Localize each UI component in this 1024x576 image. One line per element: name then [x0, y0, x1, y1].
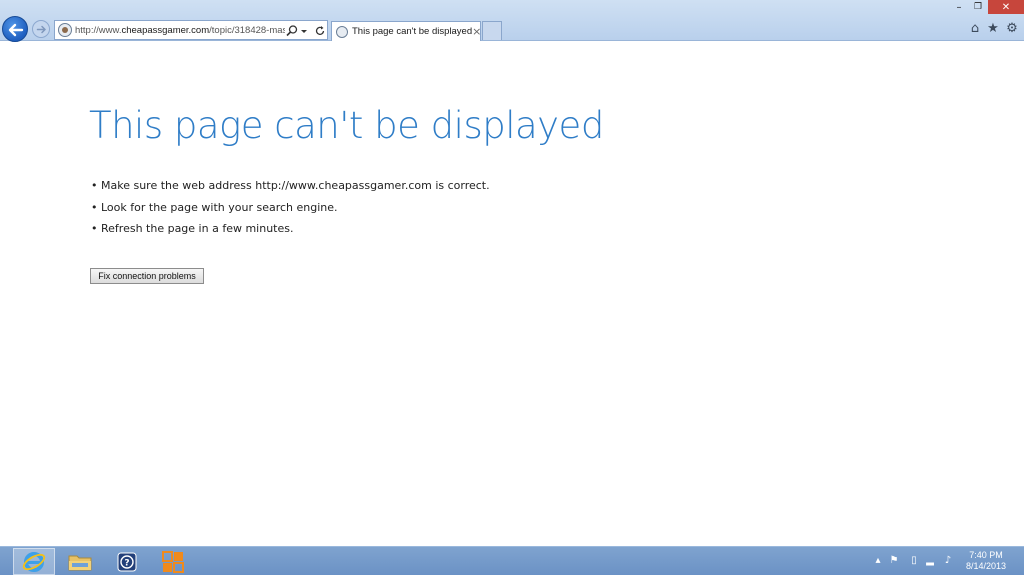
- troubleshooting-tips-list: • Make sure the web address http://www.ch…: [91, 177, 490, 242]
- home-icon[interactable]: ⌂: [968, 22, 982, 36]
- tab-current[interactable]: This page can't be displayed ×: [331, 21, 481, 41]
- tab-favicon-icon: [336, 25, 348, 38]
- refresh-icon[interactable]: [313, 23, 327, 37]
- folder-icon: [68, 555, 92, 570]
- bullet: •: [91, 222, 98, 236]
- address-bar[interactable]: http://www.cheapassgamer.com/topic/31842…: [54, 20, 328, 40]
- list-item: • Make sure the web address http://www.ch…: [91, 177, 490, 199]
- url-domain: cheapassgamer.com: [121, 24, 210, 36]
- restore-button[interactable]: ❐: [970, 0, 986, 14]
- forward-arrow-icon: [36, 25, 47, 34]
- list-item: • Refresh the page in a few minutes.: [91, 220, 490, 242]
- forward-button[interactable]: [32, 20, 50, 38]
- minimize-button[interactable]: –: [952, 0, 966, 14]
- network-signal-icon[interactable]: ▂: [924, 555, 936, 567]
- url-field[interactable]: http://www.cheapassgamer.com/topic/31842…: [75, 25, 285, 36]
- taskbar: ? ▴ ⚑ ▯ ▂ ♪ 7:40 PM 8/14/2013: [0, 546, 1024, 575]
- back-button[interactable]: [2, 16, 28, 42]
- dropdown-arrow-icon[interactable]: [299, 23, 313, 37]
- back-arrow-icon: [8, 23, 24, 37]
- svg-text:?: ?: [124, 558, 129, 568]
- volume-icon[interactable]: ♪: [942, 555, 954, 567]
- browser-toolbar: http://www.cheapassgamer.com/topic/31842…: [0, 0, 1024, 42]
- page-title: This page can't be displayed: [89, 104, 604, 147]
- site-favicon-icon: [58, 23, 72, 37]
- clock-date: 8/14/2013: [965, 561, 1007, 571]
- help-icon: ?: [117, 552, 137, 571]
- url-path: /topic/318428-mass-·: [209, 24, 285, 36]
- clock[interactable]: 7:40 PM 8/14/2013: [962, 550, 1010, 572]
- taskbar-help[interactable]: ?: [106, 548, 148, 575]
- battery-icon[interactable]: ▯: [908, 555, 920, 567]
- tip-text: Make sure the web address http://www.che…: [101, 179, 490, 192]
- tools-gear-icon[interactable]: ⚙: [1005, 22, 1019, 36]
- bullet: •: [91, 200, 98, 214]
- url-prefix: http://www.: [75, 24, 122, 36]
- tip-text: Refresh the page in a few minutes.: [101, 222, 294, 236]
- action-center-flag-icon[interactable]: ⚑: [888, 555, 900, 567]
- tab-close-icon[interactable]: ×: [472, 25, 481, 38]
- new-tab-button[interactable]: [482, 21, 502, 40]
- internet-explorer-icon: [22, 551, 46, 572]
- clock-time: 7:40 PM: [969, 550, 1003, 560]
- system-tray: ▴ ⚑ ▯ ▂ ♪: [870, 547, 970, 576]
- app-grid-icon: [162, 550, 184, 573]
- bullet: •: [91, 179, 98, 192]
- close-button[interactable]: ✕: [988, 0, 1024, 14]
- tip-text: Look for the page with your search engin…: [101, 200, 338, 214]
- taskbar-file-explorer[interactable]: [59, 548, 101, 575]
- tab-title: This page can't be displayed: [352, 26, 473, 37]
- favorites-star-icon[interactable]: ★: [986, 22, 1000, 36]
- taskbar-internet-explorer[interactable]: [13, 548, 55, 575]
- list-item: • Look for the page with your search engi…: [91, 199, 490, 221]
- show-hidden-icons-icon[interactable]: ▴: [872, 555, 884, 567]
- search-icon[interactable]: [285, 23, 299, 37]
- fix-connection-problems-button[interactable]: Fix connection problems: [90, 268, 204, 284]
- taskbar-app[interactable]: [152, 548, 194, 575]
